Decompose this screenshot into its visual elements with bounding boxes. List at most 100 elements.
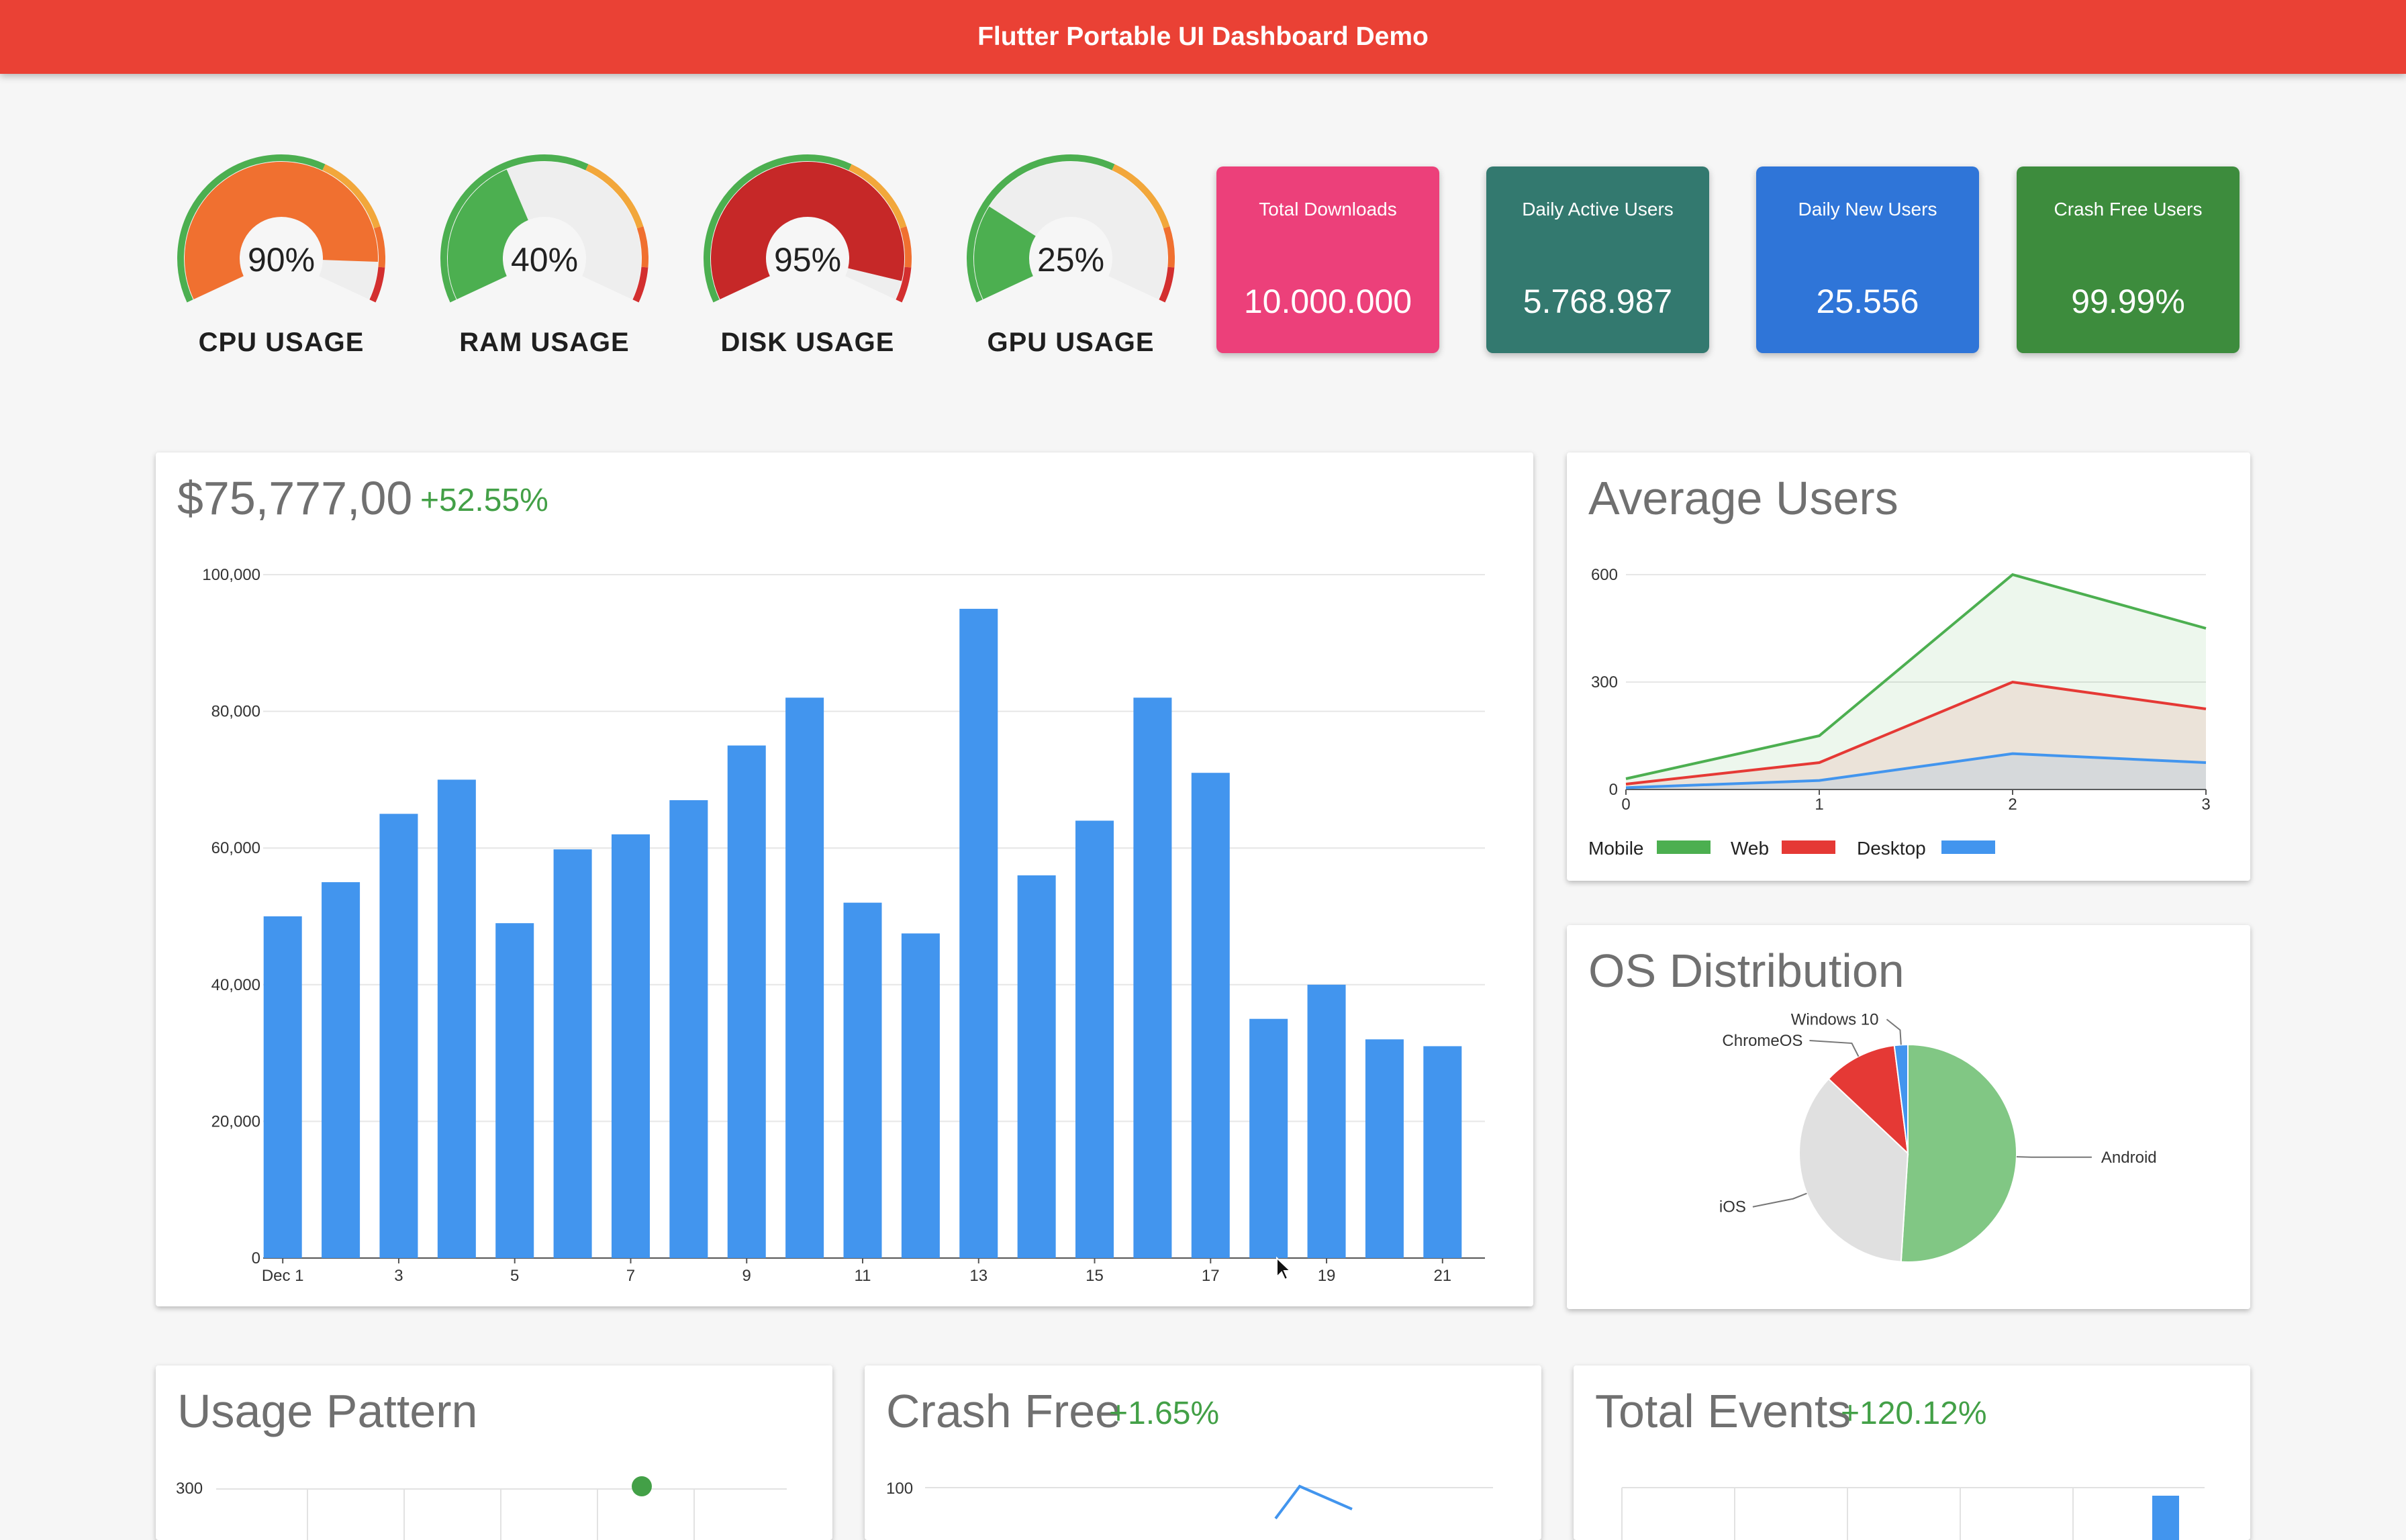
legend-web-swatch: [1782, 840, 1835, 854]
bar: [785, 697, 824, 1258]
average-users-card: Average Users 0 300 600 0 1 2 3 Mobile Web Des…: [1567, 452, 2250, 881]
gauge-label: RAM USAGE: [459, 328, 630, 357]
y-tick-label: 300: [1591, 673, 1618, 691]
bar: [901, 933, 940, 1258]
y-tick-label: 0: [252, 1249, 260, 1267]
app-title: Flutter Portable UI Dashboard Demo: [977, 22, 1429, 51]
daily-active-users-card[interactable]: Daily Active Users 5.768.987: [1486, 166, 1709, 353]
daily-new-users-card[interactable]: Daily New Users 25.556: [1756, 166, 1979, 353]
bar: [437, 779, 476, 1258]
bar: [1191, 773, 1230, 1258]
bar: [495, 923, 534, 1258]
bar: [379, 814, 418, 1258]
bar: [959, 608, 998, 1258]
usage-pattern-chart: 300: [176, 1476, 787, 1540]
mouse-cursor-icon: [1276, 1257, 1292, 1281]
stat-value: 25.556: [1816, 283, 1919, 320]
os-distribution-pie-chart: Android iOS ChromeOS Windows 10: [1719, 1010, 2157, 1263]
crash-free-users-card[interactable]: Crash Free Users 99.99%: [2017, 166, 2240, 353]
stat-label: Daily Active Users: [1522, 199, 1674, 220]
pie-slice-label: iOS: [1719, 1198, 1746, 1216]
y-tick-label: 100: [886, 1480, 913, 1498]
os-distribution-card: OS Distribution Android iOS ChromeOS Window…: [1567, 925, 2250, 1309]
pie-slice-label: ChromeOS: [1722, 1032, 1802, 1050]
legend-mobile-swatch: [1657, 840, 1711, 854]
legend-desktop-label: Desktop: [1857, 838, 1926, 859]
legend-web-label: Web: [1731, 838, 1770, 859]
bar: [1133, 697, 1172, 1258]
series-line: [1274, 1484, 1353, 1520]
bar: [322, 882, 360, 1258]
x-tick-label: Dec 1: [262, 1267, 304, 1285]
stat-label: Total Downloads: [1259, 199, 1397, 220]
gauge-value: 40%: [510, 241, 579, 279]
pie-leader-line: [1752, 1192, 1807, 1208]
bar: [1017, 875, 1056, 1258]
bar: [2152, 1496, 2179, 1540]
legend-mobile-label: Mobile: [1588, 838, 1644, 859]
disk-usage-gauge: 95% DISK USAGE: [697, 148, 918, 369]
y-tick-label: 80,000: [211, 703, 260, 721]
x-tick-label: 17: [1202, 1267, 1220, 1285]
gauge-label: DISK USAGE: [720, 328, 895, 357]
average-users-area-chart: 0 300 600 0 1 2 3: [1591, 566, 2211, 814]
crash-free-chart: 100: [886, 1480, 1493, 1520]
x-tick-label: 9: [742, 1267, 751, 1285]
pie-leader-line: [1809, 1040, 1860, 1057]
bar: [1307, 984, 1346, 1258]
x-tick-label: 11: [855, 1267, 871, 1285]
y-tick-label: 60,000: [211, 839, 260, 857]
x-tick-label: 3: [394, 1267, 403, 1285]
gpu-usage-gauge: 25% GPU USAGE: [960, 148, 1182, 369]
gauge-value: 95%: [773, 241, 842, 279]
pie-slice-label: Windows 10: [1791, 1010, 1879, 1028]
y-tick-label: 300: [176, 1480, 203, 1498]
y-tick-label: 100,000: [202, 566, 260, 584]
data-point: [632, 1476, 652, 1496]
total-downloads-card[interactable]: Total Downloads 10.000.000: [1216, 166, 1439, 353]
bar: [727, 745, 766, 1258]
bar: [1075, 820, 1114, 1258]
stat-value: 10.000.000: [1243, 283, 1412, 320]
crash-free-card: Crash Free +1.65% 100: [865, 1365, 1541, 1540]
x-tick-label: 15: [1086, 1267, 1104, 1285]
x-tick-label: 5: [510, 1267, 519, 1285]
bar: [611, 834, 650, 1258]
app-bar: Flutter Portable UI Dashboard Demo: [0, 0, 2406, 74]
gauge-value: 25%: [1037, 241, 1105, 279]
pie-slice: [1900, 1043, 2018, 1263]
y-tick-label: 40,000: [211, 976, 260, 994]
ram-usage-gauge: 40% RAM USAGE: [434, 148, 655, 369]
bar: [1365, 1039, 1404, 1258]
cpu-usage-gauge: 90% CPU USAGE: [171, 148, 392, 369]
y-tick-label: 600: [1591, 566, 1618, 584]
x-tick-label: 13: [969, 1267, 988, 1285]
y-tick-label: 0: [1609, 781, 1618, 799]
stat-value: 99.99%: [2071, 283, 2185, 320]
x-tick-label: 7: [626, 1267, 635, 1285]
x-tick-label: 1: [1815, 796, 1823, 814]
stat-label: Crash Free Users: [2054, 199, 2203, 220]
gauge-label: GPU USAGE: [987, 328, 1155, 357]
stat-label: Daily New Users: [1798, 199, 1937, 220]
pie-slice-label: Android: [2101, 1149, 2157, 1167]
bar: [263, 916, 302, 1258]
pie-leader-line: [1886, 1018, 1902, 1045]
x-tick-label: 2: [2008, 796, 2017, 814]
bar: [1249, 1018, 1288, 1258]
x-tick-label: 21: [1433, 1267, 1451, 1285]
bar: [1423, 1046, 1462, 1258]
total-events-chart: [1621, 1487, 2205, 1540]
x-tick-label: 3: [2201, 796, 2210, 814]
stat-value: 5.768.987: [1523, 283, 1673, 320]
revenue-card: $75,777,00 +52.55% 0 20,000 40,000 60,000 80…: [156, 452, 1533, 1306]
total-events-card: Total Events +120.12%: [1574, 1365, 2250, 1540]
x-tick-label: 19: [1318, 1267, 1336, 1285]
usage-pattern-card: Usage Pattern 300: [156, 1365, 832, 1540]
y-tick-label: 20,000: [211, 1112, 260, 1130]
gauge-value: 90%: [247, 241, 316, 279]
x-tick-label: 0: [1621, 796, 1630, 814]
bar: [669, 800, 708, 1258]
legend-desktop-swatch: [1941, 840, 1995, 854]
bar: [843, 902, 882, 1258]
